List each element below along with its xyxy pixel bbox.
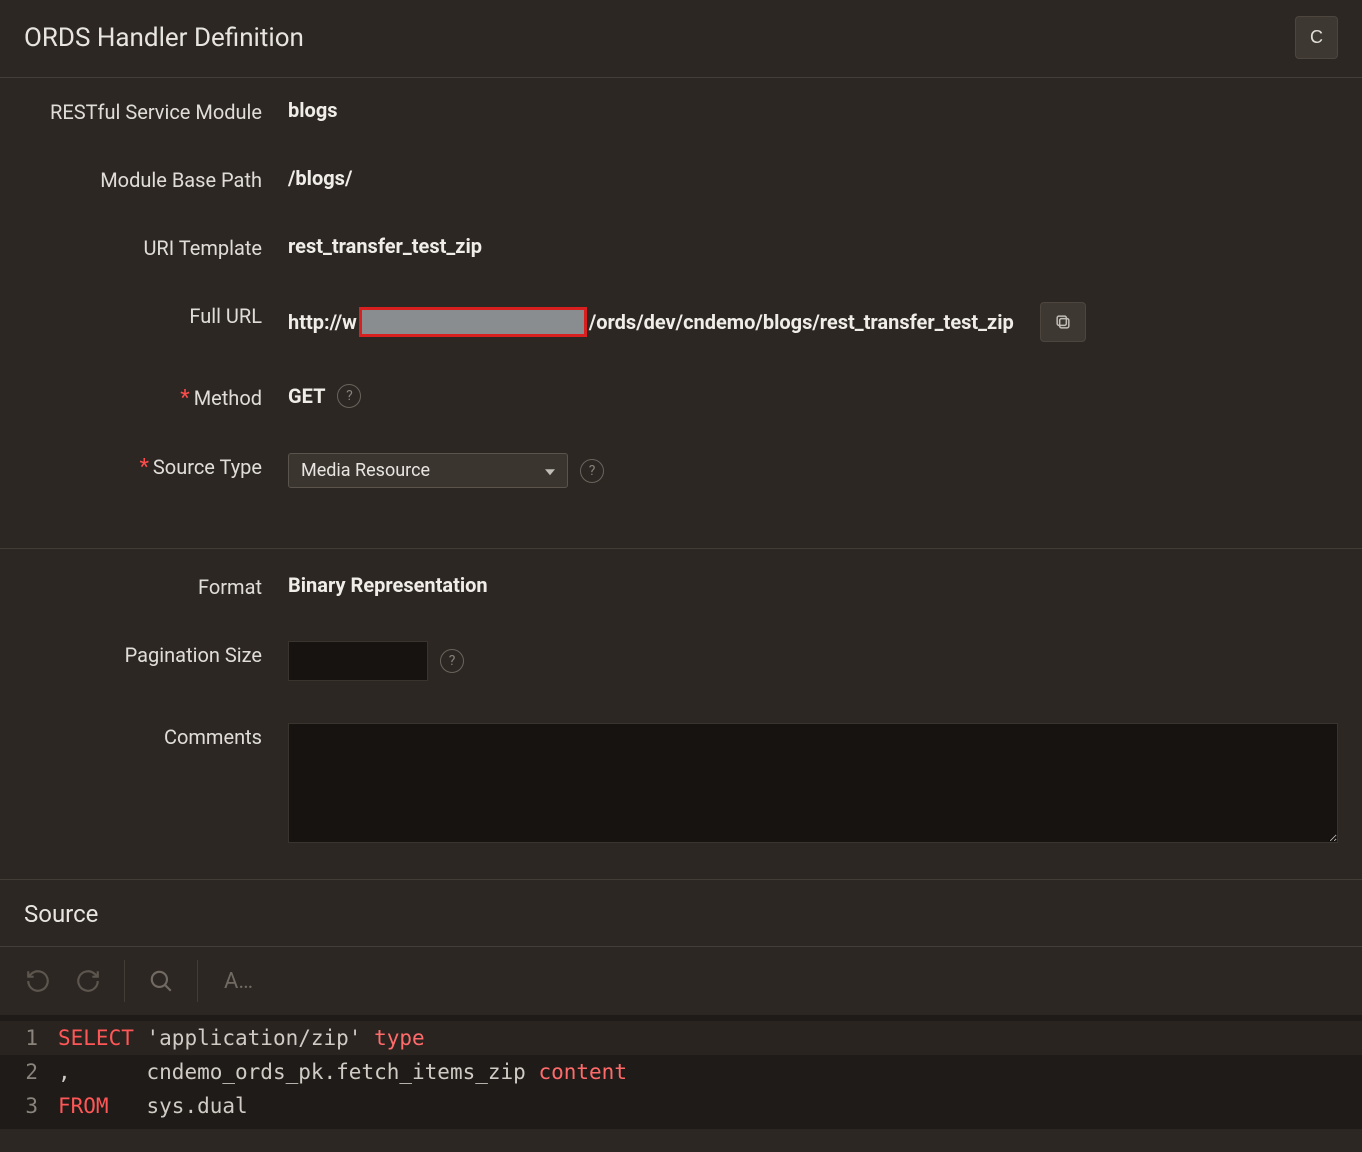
label-method: *Method: [24, 384, 288, 411]
textarea-comments[interactable]: [288, 723, 1338, 843]
row-full-url: Full URL http://w /ords/dev/cndemo/blogs…: [24, 302, 1338, 342]
row-source-type: *Source Type Media Resource ?: [24, 453, 1338, 488]
font-size-button[interactable]: A…: [210, 959, 267, 1004]
redo-button[interactable]: [64, 957, 112, 1005]
form-body-2: Format Binary Representation Pagination …: [0, 549, 1362, 879]
required-indicator: *: [180, 386, 189, 411]
row-module-base-path: Module Base Path /blogs/: [24, 166, 1338, 192]
required-indicator: *: [139, 455, 148, 480]
label-module-base-path: Module Base Path: [24, 166, 288, 192]
line-number: 1: [0, 1021, 58, 1055]
row-uri-template: URI Template rest_transfer_test_zip: [24, 234, 1338, 260]
label-service-module: RESTful Service Module: [24, 98, 288, 124]
code-line-2: 2 , cndemo_ords_pk.fetch_items_zip conte…: [0, 1055, 1362, 1089]
row-comments: Comments: [24, 723, 1338, 843]
undo-icon: [25, 968, 51, 994]
help-icon-source-type[interactable]: ?: [580, 459, 604, 483]
code-editor[interactable]: 1 SELECT 'application/zip' type 2 , cnde…: [0, 1015, 1362, 1129]
label-pagination-size: Pagination Size: [24, 641, 288, 667]
redo-icon: [75, 968, 101, 994]
undo-button[interactable]: [14, 957, 62, 1005]
panel-title: ORDS Handler Definition: [24, 23, 304, 53]
value-service-module: blogs: [288, 98, 338, 122]
line-number: 2: [0, 1055, 58, 1089]
row-service-module: RESTful Service Module blogs: [24, 98, 1338, 124]
code-content: , cndemo_ords_pk.fetch_items_zip content: [58, 1055, 627, 1089]
row-format: Format Binary Representation: [24, 573, 1338, 599]
full-url-value: http://w /ords/dev/cndemo/blogs/rest_tra…: [288, 307, 1014, 337]
url-prefix: http://w: [288, 310, 357, 334]
help-icon-pagination-size[interactable]: ?: [440, 649, 464, 673]
row-pagination-size: Pagination Size ?: [24, 641, 1338, 681]
line-number: 3: [0, 1089, 58, 1123]
input-pagination-size[interactable]: [288, 641, 428, 681]
code-content: SELECT 'application/zip' type: [58, 1021, 425, 1055]
source-section-title: Source: [0, 879, 1362, 946]
form-body: RESTful Service Module blogs Module Base…: [0, 78, 1362, 544]
label-comments: Comments: [24, 723, 288, 749]
source-toolbar: A…: [0, 946, 1362, 1015]
label-uri-template: URI Template: [24, 234, 288, 260]
code-content: FROM sys.dual: [58, 1089, 248, 1123]
copy-url-button[interactable]: [1040, 302, 1086, 342]
value-method: GET: [288, 384, 325, 408]
code-line-3: 3 FROM sys.dual: [0, 1089, 1362, 1123]
search-button[interactable]: [137, 957, 185, 1005]
label-source-type: *Source Type: [24, 453, 288, 480]
value-format: Binary Representation: [288, 573, 488, 597]
select-source-type[interactable]: Media Resource: [288, 453, 568, 488]
help-icon-method[interactable]: ?: [337, 384, 361, 408]
value-uri-template: rest_transfer_test_zip: [288, 234, 482, 258]
code-line-1: 1 SELECT 'application/zip' type: [0, 1021, 1362, 1055]
panel-header: ORDS Handler Definition C: [0, 0, 1362, 78]
copy-icon: [1053, 312, 1073, 332]
search-icon: [148, 968, 174, 994]
toolbar-divider: [197, 960, 198, 1002]
label-format: Format: [24, 573, 288, 599]
url-suffix: /ords/dev/cndemo/blogs/rest_transfer_tes…: [589, 310, 1014, 334]
value-module-base-path: /blogs/: [288, 166, 352, 190]
url-redacted-mask: [359, 307, 587, 337]
label-full-url: Full URL: [24, 302, 288, 328]
header-action-button[interactable]: C: [1295, 16, 1338, 59]
row-method: *Method GET ?: [24, 384, 1338, 411]
toolbar-divider: [124, 960, 125, 1002]
